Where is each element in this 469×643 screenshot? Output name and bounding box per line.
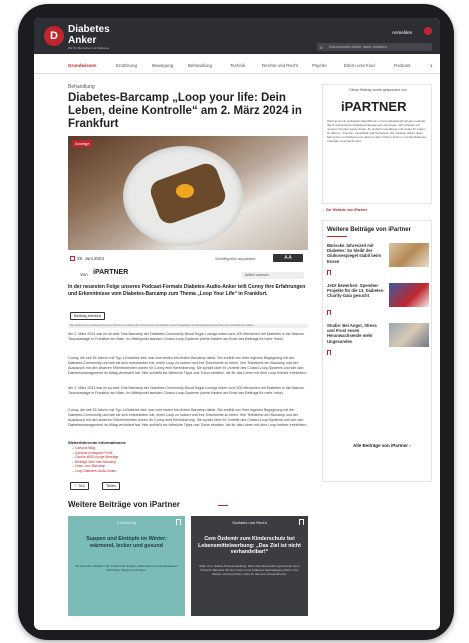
nav-item-rechte[interactable]: Rechte und Recht: [262, 63, 298, 68]
nav-item-psyche[interactable]: Psyche: [312, 63, 327, 68]
browser-screen: D Diabetes Anker Wir für Menschen mit Di…: [34, 18, 440, 630]
article-lead: In der neuesten Folge unseres Podcast-Fo…: [68, 284, 306, 297]
egg-image: [176, 184, 194, 198]
site-header: D Diabetes Anker Wir für Menschen mit Di…: [34, 18, 440, 54]
ad-label-badge: Anzeige: [72, 140, 93, 147]
user-icon[interactable]: [424, 27, 432, 35]
bookmark-button[interactable]: Beitrag merken: [70, 312, 106, 320]
like-button[interactable]: ♡ 314: [70, 482, 89, 490]
heading-accent: [218, 505, 228, 506]
category-nav: Grundwissen Ernährung Bewegung Behandlun…: [34, 58, 440, 74]
more-articles-heading: Weitere Beiträge von iPartner: [68, 500, 180, 509]
article-date: 29. Juni 2024: [70, 256, 105, 262]
nav-item-eltern[interactable]: Eltern und Kind: [344, 63, 375, 68]
bookmark-icon[interactable]: [327, 270, 331, 275]
article-paragraph-1: Am 2. März 2024 war es so weit: Das Barc…: [68, 332, 305, 341]
bookmark-icon[interactable]: [299, 519, 304, 525]
article-hero-image: Anzeige: [68, 136, 308, 250]
logo-icon[interactable]: D: [44, 26, 64, 46]
login-link[interactable]: Anmelden: [392, 30, 412, 35]
sponsor-box: Dieser Beitrag wurde gesponsert von iPAR…: [322, 84, 432, 204]
all-articles-link[interactable]: Alle Beiträge von iPartner ›: [353, 443, 411, 449]
sidebar-item-image: [389, 283, 429, 307]
card-topic: Soziales und Recht: [232, 520, 267, 525]
article-title: Diabetes-Barcamp „Loop your life: Dein L…: [68, 92, 302, 130]
article-category[interactable]: Behandlung: [68, 84, 95, 90]
share-button[interactable]: Teilen: [102, 482, 120, 490]
logo-tagline: Wir für Menschen mit Diabetes: [68, 46, 110, 50]
sidebar-item-title: Bäriscke Jahreszeit mit Diabetes: So ble…: [327, 243, 381, 264]
bookmark-icon[interactable]: [327, 350, 331, 355]
card-topic: Ernährung: [117, 520, 136, 525]
article-meta: 29. Juni 2024 Schriftgröße anpassen: A A: [68, 254, 308, 266]
logo-text-line2[interactable]: Anker: [68, 35, 96, 46]
nav-item-ernaehrung[interactable]: Ernährung: [116, 63, 137, 68]
calendar-icon: [70, 256, 75, 262]
bookmark-icon[interactable]: [327, 310, 331, 315]
sponsor-text: iPartner ist ein weltweiter Marktführer …: [327, 119, 427, 143]
search-input[interactable]: ⌕ Durchsuche Anker nach Inhalten: [317, 43, 432, 51]
sponsor-website-link[interactable]: Zur Website von iPartner: [326, 208, 367, 212]
link-item[interactable]: – Loop Diabetes-Audio-Anker: [72, 469, 118, 474]
audio-player[interactable]: Artikel vorlesen: [242, 272, 304, 279]
article-date-text: 29. Juni 2024: [77, 256, 105, 261]
card-heading: Cem Özdemir zum Kinderschutz bei Lebensm…: [198, 536, 301, 555]
card-heading: Suppen und Eintöpfe im Winter: wärmend, …: [86, 536, 167, 549]
sidebar-item-image: [389, 243, 429, 267]
logo-text-line1[interactable]: Diabetes: [68, 24, 110, 35]
card-body: Da sind eine Vielfalt in der Küche und S…: [75, 564, 178, 572]
article-paragraph-3: Am 2. März 2024 war es so weit: Das Barc…: [68, 386, 305, 395]
card-body: Mitte Juni, Selbes Pressemitteilung. Wan…: [199, 564, 300, 576]
font-size-buttons[interactable]: A A: [273, 254, 303, 262]
nav-item-technik[interactable]: Technik: [230, 63, 245, 68]
more-from-partner-box: Weitere Beiträge von iPartner Bäriscke J…: [322, 220, 432, 482]
search-placeholder: Durchsuche Anker nach Inhalten: [329, 44, 387, 49]
sponsor-caption: Dieser Beitrag wurde gesponsert von: [349, 88, 407, 92]
sponsored-notice: Der Artikel ist ein Anzeigenbeitrag von …: [68, 324, 308, 328]
article-card[interactable]: Soziales und Recht Cem Özdemir zum Kinde…: [191, 516, 308, 616]
nav-next-arrow-icon[interactable]: ›: [430, 61, 433, 70]
nav-item-behandlung[interactable]: Behandlung: [188, 63, 212, 68]
nav-item-podcast[interactable]: Podcast: [394, 63, 410, 68]
article-paragraph-2: Conny, die seit 35 Jahren mit Typ-1-Diab…: [68, 356, 308, 375]
sidebar-item-title: Studie: Bei Angst, Stress und Frust esse…: [327, 323, 377, 344]
sidebar-heading: Weitere Beiträge von iPartner: [327, 227, 411, 233]
links-list: – Campus Blog – Campus Instagram-Profil …: [72, 446, 118, 474]
links-heading: Weiterführende Informationen:: [68, 440, 127, 445]
nav-item-grundwissen[interactable]: Grundwissen: [68, 63, 97, 68]
font-size-label: Schriftgröße anpassen:: [215, 256, 257, 261]
sidebar-item-title: Jetzt bewerben: Spenden-Projekte für die…: [327, 283, 385, 299]
nav-item-bewegung[interactable]: Bewegung: [152, 63, 173, 68]
heading-accent: [327, 236, 347, 237]
page-content: Behandlung Diabetes-Barcamp „Loop your l…: [34, 74, 440, 630]
article-card[interactable]: Ernährung Suppen und Eintöpfe im Winter:…: [68, 516, 185, 616]
search-icon: ⌕: [320, 45, 323, 51]
article-paragraph-4: Conny, die seit 35 Jahren mit Typ-1-Diab…: [68, 408, 308, 427]
from-label: Von: [80, 272, 88, 277]
sidebar-item-image: [389, 323, 429, 347]
partner-logo[interactable]: iPARTNER: [93, 269, 128, 276]
sponsor-logo[interactable]: iPARTNER: [341, 99, 406, 114]
bookmark-icon[interactable]: [176, 519, 181, 525]
